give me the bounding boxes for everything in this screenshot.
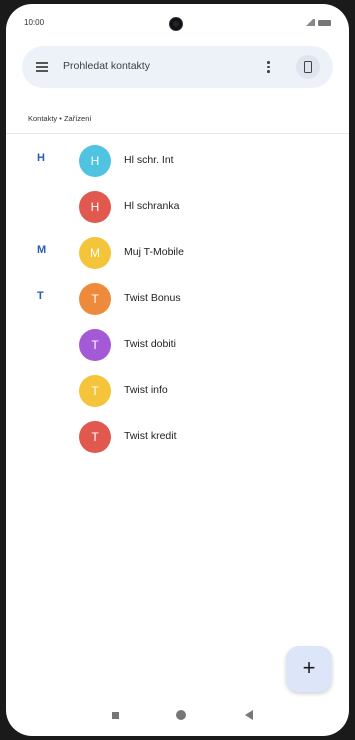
contact-row[interactable]: H H Hl schr. Int bbox=[6, 140, 349, 186]
camera-cutout bbox=[169, 17, 183, 31]
contact-row[interactable]: T Twist kredit bbox=[6, 416, 349, 462]
phone-screen: 10:00 Prohledat kontakty Kontakty • Zaří… bbox=[6, 4, 349, 736]
plus-icon: + bbox=[302, 655, 316, 680]
navigation-bar bbox=[6, 698, 349, 736]
contact-name: Twist dobiti bbox=[124, 338, 176, 350]
contact-avatar: T bbox=[79, 329, 111, 361]
letter-header: H bbox=[37, 152, 45, 164]
back-icon[interactable] bbox=[245, 710, 253, 720]
contact-avatar: T bbox=[79, 283, 111, 315]
contact-avatar: M bbox=[79, 237, 111, 269]
more-options-icon[interactable] bbox=[267, 61, 271, 74]
contact-name: Muj T-Mobile bbox=[124, 246, 184, 258]
search-bar[interactable]: Prohledat kontakty bbox=[22, 46, 333, 88]
status-bar: 10:00 bbox=[6, 4, 349, 40]
recents-icon[interactable] bbox=[112, 712, 119, 719]
menu-icon[interactable] bbox=[36, 62, 48, 72]
battery-icon bbox=[318, 19, 331, 26]
signal-icon bbox=[304, 19, 315, 26]
contact-avatar: T bbox=[79, 375, 111, 407]
status-time: 10:00 bbox=[24, 18, 45, 27]
add-contact-button[interactable]: + bbox=[286, 646, 332, 692]
contact-name: Twist kredit bbox=[124, 430, 177, 442]
letter-header: T bbox=[37, 290, 44, 302]
letter-header: M bbox=[37, 244, 47, 256]
divider bbox=[6, 133, 349, 134]
device-account-icon[interactable] bbox=[296, 55, 320, 79]
contact-name: Twist info bbox=[124, 384, 168, 396]
contact-avatar: H bbox=[79, 145, 111, 177]
contact-avatar: T bbox=[79, 421, 111, 453]
contact-name: Hl schranka bbox=[124, 200, 180, 212]
contact-row[interactable]: T Twist dobiti bbox=[6, 324, 349, 370]
contact-name: Hl schr. Int bbox=[124, 154, 174, 166]
contact-row[interactable]: M M Muj T-Mobile bbox=[6, 232, 349, 278]
contact-row[interactable]: T Twist info bbox=[6, 370, 349, 416]
contact-row[interactable]: H Hl schranka bbox=[6, 186, 349, 232]
contact-name: Twist Bonus bbox=[124, 292, 181, 304]
status-icons bbox=[304, 19, 331, 26]
search-input[interactable]: Prohledat kontakty bbox=[63, 60, 150, 72]
home-icon[interactable] bbox=[176, 710, 186, 720]
contact-avatar: H bbox=[79, 191, 111, 223]
account-label[interactable]: Kontakty • Zařízení bbox=[28, 114, 92, 123]
contact-row[interactable]: T T Twist Bonus bbox=[6, 278, 349, 324]
